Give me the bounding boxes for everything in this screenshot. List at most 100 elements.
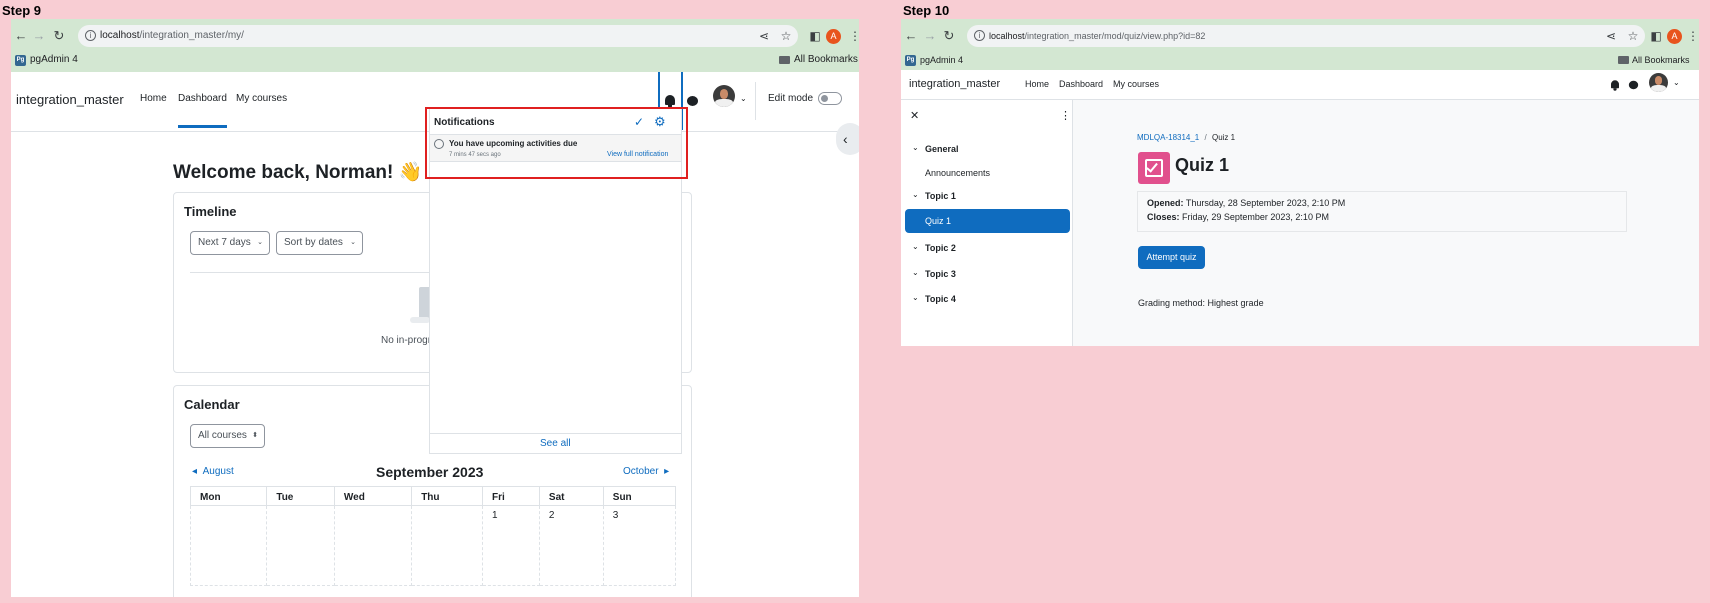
browser-chrome: ← → ↻ i localhost/integration_master/mod…: [901, 19, 1699, 70]
menu-kebab-icon[interactable]: ⋮: [1685, 28, 1699, 44]
bookmark-star-icon[interactable]: ☆: [1625, 28, 1641, 44]
pgadmin-icon: Pg: [15, 55, 26, 66]
edit-mode-label: Edit mode: [768, 93, 814, 104]
chevron-down-icon[interactable]: ⌄: [912, 242, 919, 251]
all-bookmarks[interactable]: All Bookmarks: [794, 50, 858, 70]
messages-icon[interactable]: [687, 96, 698, 106]
closes-value: Friday, 29 September 2023, 2:10 PM: [1182, 212, 1329, 222]
reload-icon[interactable]: ↻: [941, 28, 957, 44]
section-topic-3[interactable]: Topic 3: [925, 269, 956, 279]
section-topic-4[interactable]: Topic 4: [925, 294, 956, 304]
step-10-label: Step 10: [903, 3, 950, 18]
side-panel-icon[interactable]: ◧: [807, 28, 823, 44]
site-name[interactable]: integration_master: [16, 92, 124, 107]
moodle-navbar: integration_master Home Dashboard My cou…: [901, 70, 1699, 100]
back-icon[interactable]: ←: [13, 28, 29, 44]
all-bookmarks[interactable]: All Bookmarks: [1632, 50, 1690, 70]
popover-footer: See all: [430, 433, 681, 453]
calendar-day-cell[interactable]: 1: [481, 505, 540, 586]
section-topic-1[interactable]: Topic 1: [925, 191, 956, 201]
select-arrows-icon: ⬍: [252, 432, 258, 439]
close-icon[interactable]: ✕: [910, 109, 919, 122]
bookmark-pgadmin[interactable]: pgAdmin 4: [30, 50, 78, 70]
nav-my-courses[interactable]: My courses: [236, 93, 287, 104]
address-bar[interactable]: i localhost/integration_master/my/ ⋖ ☆: [78, 25, 798, 47]
reload-icon[interactable]: ↻: [51, 28, 67, 44]
calendar-day-cell: [411, 505, 483, 586]
profile-avatar[interactable]: A: [1667, 29, 1682, 44]
chevron-down-icon[interactable]: ⌄: [912, 143, 919, 152]
timeline-title: Timeline: [184, 204, 237, 219]
nav-my-courses[interactable]: My courses: [1113, 79, 1159, 89]
calendar-day-headers: Mon Tue Wed Thu Fri Sat Sun: [189, 486, 677, 506]
profile-avatar[interactable]: A: [826, 29, 841, 44]
breadcrumb: MDLQA-18314_1 / Quiz 1: [1137, 133, 1235, 142]
breadcrumb-course-link[interactable]: MDLQA-18314_1: [1137, 133, 1199, 142]
next-month-link[interactable]: October ▸: [623, 466, 669, 477]
nav-home[interactable]: Home: [140, 93, 167, 104]
prev-month-label: August: [202, 466, 234, 477]
breadcrumb-separator: /: [1204, 133, 1207, 142]
attempt-quiz-button[interactable]: Attempt quiz: [1138, 246, 1205, 269]
closes-date: Closes: Friday, 29 September 2023, 2:10 …: [1147, 212, 1329, 222]
chevron-down-icon: ⌄: [350, 239, 356, 246]
menu-kebab-icon[interactable]: ⋮: [847, 28, 859, 44]
url-host: localhost: [989, 31, 1025, 41]
day-header: Thu: [411, 486, 483, 506]
forward-icon[interactable]: →: [31, 28, 47, 44]
edit-mode-toggle[interactable]: [818, 92, 842, 105]
forward-icon[interactable]: →: [922, 28, 938, 44]
step-9-label: Step 9: [2, 3, 42, 18]
prev-month-link[interactable]: ◂ August: [192, 466, 234, 477]
calendar-course-label: All courses: [198, 430, 247, 441]
timeline-filter-dropdown[interactable]: Next 7 days ⌄: [190, 231, 270, 255]
calendar-day-cell[interactable]: 2: [538, 505, 604, 586]
welcome-heading: Welcome back, Norman! 👋: [173, 160, 422, 184]
calendar-day-cell[interactable]: 3: [602, 505, 677, 586]
chevron-down-icon[interactable]: ⌄: [912, 190, 919, 199]
kebab-menu-icon[interactable]: ⋮: [1060, 109, 1071, 122]
site-name[interactable]: integration_master: [909, 78, 1000, 90]
back-icon[interactable]: ←: [903, 28, 919, 44]
site-info-icon[interactable]: i: [974, 30, 985, 41]
nav-dashboard[interactable]: Dashboard: [1059, 79, 1103, 89]
user-avatar[interactable]: [713, 85, 735, 107]
messages-icon[interactable]: [1628, 80, 1639, 90]
pgadmin-icon: Pg: [905, 55, 916, 66]
chevron-down-icon[interactable]: ⌄: [1673, 78, 1680, 87]
calendar-course-select[interactable]: All courses ⬍: [190, 424, 265, 448]
url-path: /integration_master/mod/quiz/view.php?id…: [1024, 31, 1206, 41]
day-header: Tue: [266, 486, 335, 506]
user-avatar[interactable]: [1649, 73, 1668, 92]
bookmark-star-icon[interactable]: ☆: [778, 28, 794, 44]
chevron-down-icon[interactable]: ⌄: [912, 268, 919, 277]
section-general[interactable]: General: [925, 144, 959, 154]
bookmark-pgadmin[interactable]: pgAdmin 4: [920, 50, 963, 70]
next-month-label: October: [623, 466, 659, 477]
course-index-drawer: ✕ ⋮ ⌄ General Announcements ⌄ Topic 1 Qu…: [901, 100, 1073, 346]
welcome-text: Welcome back, Norman!: [173, 162, 394, 183]
chevron-down-icon[interactable]: ⌄: [740, 94, 747, 103]
day-header: Sat: [538, 486, 604, 506]
share-icon[interactable]: ⋖: [756, 28, 772, 44]
nav-home[interactable]: Home: [1025, 79, 1049, 89]
address-bar[interactable]: i localhost/integration_master/mod/quiz/…: [967, 25, 1645, 47]
calendar-month-title: September 2023: [376, 464, 484, 480]
section-topic-2[interactable]: Topic 2: [925, 243, 956, 253]
drawer-toggle[interactable]: ‹: [836, 123, 859, 155]
timeline-sort-dropdown[interactable]: Sort by dates ⌄: [276, 231, 363, 255]
calendar-title: Calendar: [184, 397, 240, 412]
breadcrumb-current: Quiz 1: [1211, 133, 1236, 142]
day-header: Fri: [481, 486, 540, 506]
nav-dashboard[interactable]: Dashboard: [178, 93, 227, 128]
bell-icon[interactable]: [1610, 80, 1620, 91]
side-panel-icon[interactable]: ◧: [1648, 28, 1664, 44]
share-icon[interactable]: ⋖: [1603, 28, 1619, 44]
sidebar-item-announcements[interactable]: Announcements: [925, 168, 990, 178]
sidebar-item-quiz-1[interactable]: Quiz 1: [905, 209, 1070, 233]
site-info-icon[interactable]: i: [85, 30, 96, 41]
calendar-day-cell: [266, 505, 335, 586]
see-all-link[interactable]: See all: [540, 438, 571, 449]
url-path: /integration_master/my/: [139, 30, 244, 41]
chevron-down-icon[interactable]: ⌄: [912, 293, 919, 302]
